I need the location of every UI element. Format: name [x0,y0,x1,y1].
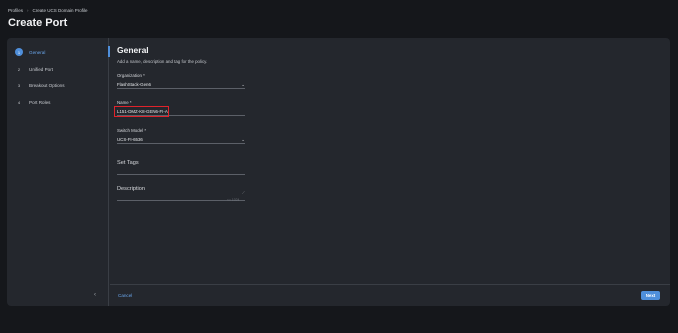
chevron-down-icon[interactable]: ⌄ [241,81,245,89]
breadcrumb: Profiles › Create UCS Domain Profile [8,8,88,13]
next-button[interactable]: Next [641,291,660,300]
switch-model-select[interactable]: UCS-FI-6536 ⌄ [117,136,245,144]
wizard-steps: 1 General 2 Unified Port 3 Breakout Opti… [7,38,109,306]
resize-handle-icon[interactable]: ⟋ [242,190,245,195]
section-subtitle: Add a name, description and tag for the … [117,59,208,64]
step-number: 1 [15,48,23,56]
set-tags-input[interactable] [117,166,245,175]
step-general[interactable]: 1 General [15,48,45,56]
step-number: 3 [17,82,21,88]
section-title: General [117,45,149,55]
step-number: 4 [17,99,21,105]
step-port-roles[interactable]: 4 Port Roles [15,98,51,106]
step-label: General [29,49,46,55]
highlight-box [114,106,169,117]
step-number: 2 [17,66,21,72]
breadcrumb-separator: › [27,8,29,13]
switch-model-value: UCS-FI-6536 [117,137,143,142]
name-label: Name * [117,100,132,105]
breadcrumb-item-create-ucs-domain-profile[interactable]: Create UCS Domain Profile [33,8,88,13]
step-unified-port[interactable]: 2 Unified Port [15,65,53,73]
breadcrumb-item-profiles[interactable]: Profiles [8,8,23,13]
page-title: Create Port [8,17,68,29]
description-char-count: <= 1024 [227,198,240,202]
description-field[interactable]: Description [117,186,245,201]
footer: Cancel Next [110,284,670,306]
step-label: Breakout Options [29,82,65,88]
step-label: Port Roles [29,99,51,105]
step-label: Unified Port [29,66,54,72]
step-breakout-options[interactable]: 3 Breakout Options [15,81,65,89]
switch-model-label: Switch Model * [117,128,147,133]
name-field[interactable]: Name * L151-DMZ-K8-GEN6-FI-A [114,100,245,117]
form-content: General Add a name, description and tag … [114,38,670,306]
cancel-button[interactable]: Cancel [118,293,132,298]
wizard-card: 1 General 2 Unified Port 3 Breakout Opti… [7,38,670,306]
name-input[interactable]: L151-DMZ-K8-GEN6-FI-A [114,106,245,117]
organization-select[interactable]: FlashStack-Gen6 ⌄ [117,81,245,89]
switch-model-field[interactable]: Switch Model * UCS-FI-6536 ⌄ [117,128,245,144]
collapse-sidebar-icon[interactable]: ‹ [94,292,96,298]
organization-label: Organization * [117,73,145,78]
chevron-down-icon[interactable]: ⌄ [241,136,245,144]
set-tags-field[interactable]: Set Tags [117,160,245,175]
organization-value: FlashStack-Gen6 [117,82,151,87]
description-textarea[interactable] [117,192,245,201]
active-step-indicator [108,46,110,57]
organization-field[interactable]: Organization * FlashStack-Gen6 ⌄ [117,73,245,89]
